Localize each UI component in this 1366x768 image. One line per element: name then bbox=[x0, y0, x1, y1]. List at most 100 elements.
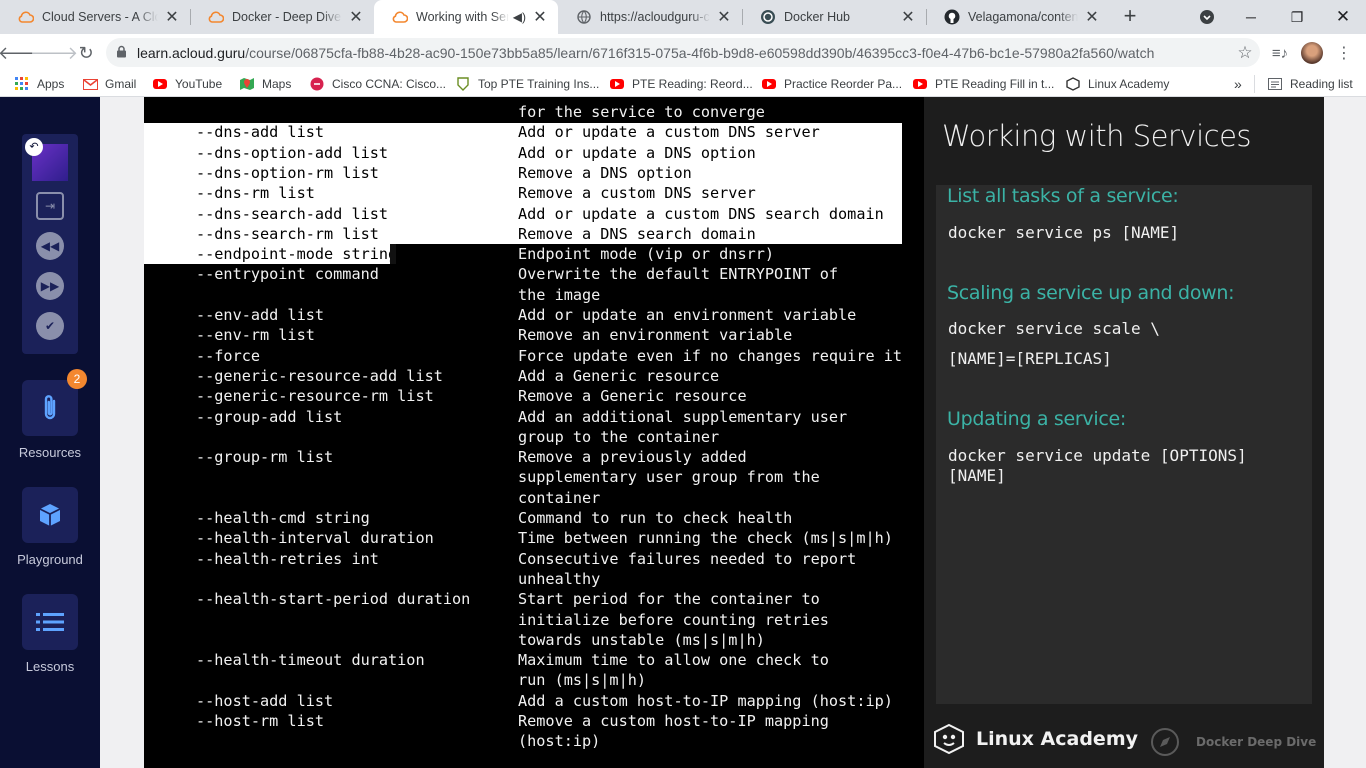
previous-lesson-button[interactable]: ◀◀ bbox=[36, 232, 64, 260]
url-text: learn.acloud.guru/course/06875cfa-fb88-4… bbox=[137, 45, 1230, 61]
forward-button[interactable]: 🡒 bbox=[30, 39, 78, 67]
media-queue-button[interactable]: ≡♪ bbox=[1266, 39, 1294, 67]
bookmark-label: Maps bbox=[262, 77, 292, 91]
close-icon[interactable]: ✕ bbox=[532, 7, 548, 27]
bookmark-linux-academy[interactable]: Linux Academy bbox=[1065, 75, 1169, 93]
mark-complete-button[interactable]: ✔ bbox=[36, 312, 64, 340]
address-bar[interactable]: learn.acloud.guru/course/06875cfa-fb88-4… bbox=[106, 38, 1260, 67]
terminal-row: the image bbox=[144, 286, 924, 306]
bookmark-top-pte[interactable]: Top PTE Training Ins... bbox=[455, 75, 599, 93]
option-flag: --dns-option-add list bbox=[196, 143, 389, 162]
avatar bbox=[1301, 42, 1323, 64]
course-sidebar: ↶ ⇥ ◀◀ ▶▶ ✔ 2 Resources Playground Lesso… bbox=[0, 97, 100, 768]
bookmark-gmail[interactable]: Gmail bbox=[82, 75, 136, 93]
close-icon[interactable]: ✕ bbox=[900, 7, 916, 27]
bookmark-pte-fill-in[interactable]: PTE Reading Fill in t... bbox=[912, 75, 1054, 93]
option-flag: --dns-search-add list bbox=[196, 204, 389, 223]
forward-arrow-icon: 🡒 bbox=[29, 42, 79, 63]
bookmark-maps[interactable]: Maps bbox=[239, 75, 291, 93]
tab-working-with-services[interactable]: Working with Services ◀) ✕ bbox=[374, 0, 558, 34]
option-description: Endpoint mode (vip or dnsrr) bbox=[518, 245, 775, 264]
bookmark-practice-reorder[interactable]: Practice Reorder Pa... bbox=[761, 75, 902, 93]
toggle-sidebar-button[interactable]: ⇥ bbox=[36, 192, 64, 220]
chrome-menu-button[interactable]: ⋮ bbox=[1330, 39, 1358, 67]
option-description: towards unstable (ms|s|m|h) bbox=[518, 630, 765, 649]
close-icon[interactable]: ✕ bbox=[164, 7, 180, 27]
playground-label[interactable]: Playground bbox=[0, 552, 100, 567]
reload-icon: ↻ bbox=[78, 42, 94, 63]
lessons-button[interactable] bbox=[22, 594, 78, 650]
tab-github[interactable]: Velagamona/content-docker ✕ bbox=[926, 0, 1110, 34]
option-description: Add or update an environment variable bbox=[518, 306, 857, 324]
bookmark-cisco[interactable]: Cisco CCNA: Cisco... bbox=[309, 75, 446, 93]
option-description: Force update even if no changes require … bbox=[518, 346, 903, 365]
maximize-button[interactable]: ❐ bbox=[1274, 0, 1320, 34]
close-icon[interactable]: ✕ bbox=[716, 7, 732, 27]
course-logo: Docker Deep Dive bbox=[1150, 727, 1316, 757]
reading-list-button[interactable]: Reading list bbox=[1254, 75, 1353, 93]
more-bookmarks-button[interactable]: » bbox=[1234, 75, 1242, 93]
bookmark-star-icon[interactable]: ☆ bbox=[1230, 43, 1260, 63]
option-flag: --health-interval duration bbox=[196, 529, 434, 548]
back-icon[interactable]: ↶ bbox=[25, 138, 43, 156]
url-host: learn.acloud.guru bbox=[137, 44, 246, 61]
bookmark-label: Cisco CCNA: Cisco... bbox=[332, 77, 447, 91]
close-icon[interactable]: ✕ bbox=[1084, 7, 1100, 27]
terminal-row: for the service to converge bbox=[144, 103, 924, 123]
option-flag: --group-rm list bbox=[196, 448, 334, 467]
tab-title: Working with Services bbox=[416, 10, 509, 24]
more-chevron-icon: » bbox=[1234, 76, 1242, 92]
reload-button[interactable]: ↻ bbox=[72, 39, 100, 67]
tab-docker-hub[interactable]: Docker Hub ✕ bbox=[742, 0, 926, 34]
resources-button[interactable] bbox=[22, 380, 78, 436]
option-flag: --host-rm list bbox=[196, 712, 325, 730]
next-lesson-button[interactable]: ▶▶ bbox=[36, 272, 64, 300]
bookmark-youtube[interactable]: YouTube bbox=[152, 75, 222, 93]
bookmark-pte-reading-reorder[interactable]: PTE Reading: Reord... bbox=[609, 75, 753, 93]
option-description: Remove a custom host-to-IP mapping bbox=[518, 712, 829, 730]
tab-search-button[interactable] bbox=[1184, 0, 1230, 34]
option-description: (host:ip) bbox=[518, 732, 601, 751]
resources-label[interactable]: Resources bbox=[0, 445, 100, 460]
option-description: group to the container bbox=[518, 427, 720, 446]
lessons-label[interactable]: Lessons bbox=[0, 659, 100, 674]
terminal-row: --endpoint-mode string Endpoint mode (vip… bbox=[144, 245, 924, 265]
slide-content-box bbox=[936, 185, 1312, 704]
option-description: Remove a Generic resource bbox=[518, 387, 747, 406]
speaker-icon[interactable]: ◀) bbox=[513, 10, 526, 24]
linux-academy-logo: Linux Academy bbox=[932, 723, 1138, 755]
close-icon[interactable]: ✕ bbox=[348, 7, 364, 27]
course-thumbnail[interactable]: ↶ bbox=[25, 138, 68, 181]
youtube-icon bbox=[152, 76, 168, 92]
terminal-row: --health-cmd string Command to run to che… bbox=[144, 509, 924, 529]
minimize-button[interactable]: ─ bbox=[1228, 0, 1274, 34]
terminal-row: (host:ip) bbox=[144, 732, 924, 752]
tab-strip: Cloud Servers - A Cloud Guru ✕ Docker - … bbox=[0, 0, 1366, 34]
tab-acloudguru-content[interactable]: https://acloudguru-content ✕ bbox=[558, 0, 742, 34]
option-flag: --health-timeout duration bbox=[196, 651, 425, 670]
option-description: Add a custom host-to-IP mapping (host:ip… bbox=[518, 691, 893, 710]
tab-cloud-servers[interactable]: Cloud Servers - A Cloud Guru ✕ bbox=[0, 0, 190, 34]
terminal-row: --health-timeout duration Maximum time to… bbox=[144, 651, 924, 671]
terminal-row: --health-start-period duration Start peri… bbox=[144, 590, 924, 610]
terminal-row: group to the container bbox=[144, 428, 924, 448]
bookmark-label: Linux Academy bbox=[1088, 77, 1170, 91]
bookmark-label: Apps bbox=[37, 77, 65, 91]
window-close-button[interactable]: ✕ bbox=[1320, 0, 1366, 34]
option-description: Remove a custom DNS server bbox=[518, 184, 756, 203]
bookmark-apps[interactable]: Apps bbox=[14, 75, 64, 93]
profile-avatar[interactable] bbox=[1298, 39, 1326, 67]
lock-icon bbox=[116, 45, 127, 61]
terminal-output: for the service to converge --dns-add lis… bbox=[144, 97, 924, 768]
tab-title: Docker - Deep Dive - A Cloud Guru bbox=[232, 10, 342, 24]
option-flag: --group-add list bbox=[196, 407, 343, 426]
slide-panel: Working with Services List all tasks of … bbox=[924, 97, 1324, 768]
tab-docker-deep-dive[interactable]: Docker - Deep Dive - A Cloud Guru ✕ bbox=[190, 0, 374, 34]
option-flag: --generic-resource-rm list bbox=[196, 387, 434, 406]
option-description: initialize before counting retries bbox=[518, 610, 829, 629]
video-player[interactable]: for the service to converge --dns-add lis… bbox=[144, 97, 1324, 768]
playground-button[interactable] bbox=[22, 487, 78, 543]
paperclip-icon bbox=[44, 395, 56, 420]
option-description: for the service to converge bbox=[518, 103, 765, 121]
new-tab-button[interactable]: + bbox=[1118, 5, 1142, 29]
